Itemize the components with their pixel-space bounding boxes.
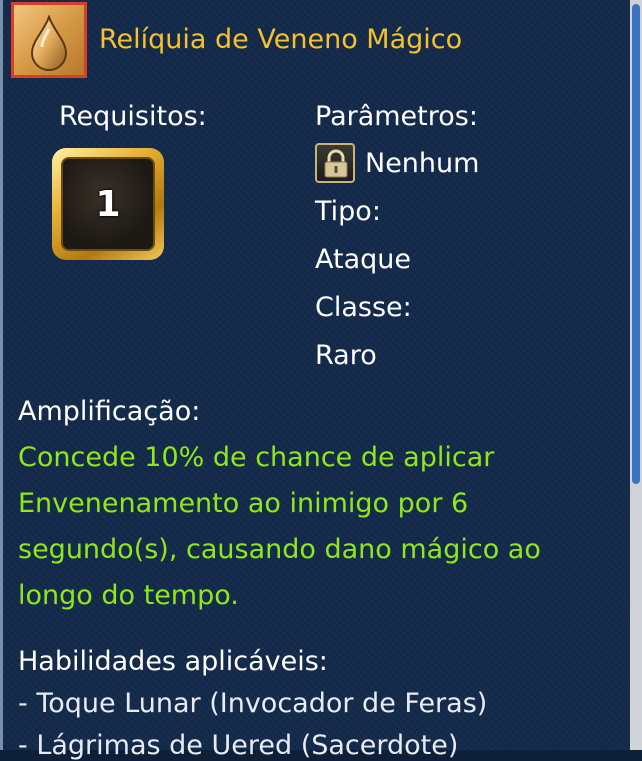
applicable-skills-label: Habilidades aplicáveis: [18,646,328,677]
type-label: Tipo: [315,196,381,227]
parameters-value: Nenhum [365,148,480,179]
item-title: Relíquia de Veneno Mágico [99,24,463,55]
type-value: Ataque [315,244,411,275]
item-tooltip-panel: Relíquia de Veneno Mágico Requisitos: 1 … [0,0,632,761]
effect-text-line: segundo(s), causando dano mágico ao [18,534,541,565]
effect-text-line: Envenenamento ao inimigo por 6 [18,488,469,519]
effect-text-line: Concede 10% de chance de aplicar [18,442,495,473]
class-label: Classe: [315,292,412,323]
scrollbar[interactable] [630,0,642,750]
scrollbar-thumb[interactable] [632,4,640,484]
amplification-label: Amplificação: [18,396,201,427]
class-value: Raro [315,340,377,371]
skill-list-item: - Lágrimas de Uered (Sacerdote) [18,730,459,761]
requirements-label: Requisitos: [59,101,207,132]
level-value: 1 [61,157,155,251]
skill-list-item: - Toque Lunar (Invocador de Feras) [18,688,488,719]
effect-text-line: longo do tempo. [18,580,239,611]
parameters-label: Parâmetros: [315,101,478,132]
level-requirement-badge: 1 [52,148,164,260]
lock-icon [315,143,355,183]
poison-drop-icon [11,2,87,78]
